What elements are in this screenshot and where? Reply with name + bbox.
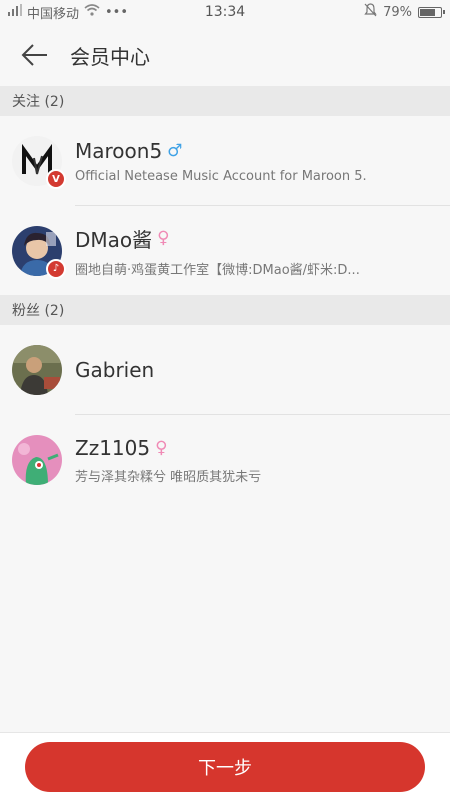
status-bar: 中国移动 ••• 13:34 79% [0, 0, 450, 24]
wifi-icon [84, 4, 100, 20]
avatar [12, 435, 62, 485]
verified-badge-icon: V [46, 169, 66, 189]
user-description: 圈地自萌·鸡蛋黄工作室【微博:DMao酱/虾米:D... [75, 262, 360, 278]
list-item[interactable]: ♪ DMao酱 ♀ 圈地自萌·鸡蛋黄工作室【微博:DMao酱/虾米:D... [0, 206, 450, 295]
battery-icon [418, 6, 445, 18]
user-name: Gabrien [75, 358, 155, 382]
avatar [12, 345, 62, 395]
female-icon: ♀ [157, 228, 170, 248]
status-time: 13:34 [204, 4, 246, 20]
user-description: Official Netease Music Account for Maroo… [75, 168, 367, 184]
male-icon: ♂ [167, 140, 183, 161]
carrier-label: 中国移动 [27, 6, 80, 22]
user-description: 芳与泽其杂糅兮 唯昭质其犹未亏 [75, 469, 262, 485]
section-header-following: 关注 (2) [0, 86, 450, 116]
battery-level [420, 8, 435, 16]
user-name: DMao酱 [75, 227, 153, 252]
back-button[interactable] [18, 38, 52, 72]
next-step-button[interactable]: 下一步 [25, 741, 425, 792]
list-item[interactable]: Gabrien [0, 325, 450, 415]
arrow-left-icon [21, 44, 47, 66]
notification-dots: ••• [105, 4, 129, 20]
female-icon: ♀ [155, 437, 168, 458]
page-title: 会员中心 [70, 44, 150, 69]
bottom-bar: 下一步 [0, 732, 450, 800]
app-bar: 会员中心 [0, 24, 450, 86]
section-header-fans: 粉丝 (2) [0, 295, 450, 325]
user-name: Zz1105 [75, 435, 151, 460]
battery-percent: 79% [383, 4, 412, 20]
list-item[interactable]: V Maroon5 ♂ Official Netease Music Accou… [0, 116, 450, 206]
user-name: Maroon5 [75, 138, 163, 163]
mute-bell-icon [364, 3, 377, 21]
signal-icon [8, 4, 22, 20]
music-note-badge-icon: ♪ [46, 258, 66, 279]
list-item[interactable]: Zz1105 ♀ 芳与泽其杂糅兮 唯昭质其犹未亏 [0, 415, 450, 505]
